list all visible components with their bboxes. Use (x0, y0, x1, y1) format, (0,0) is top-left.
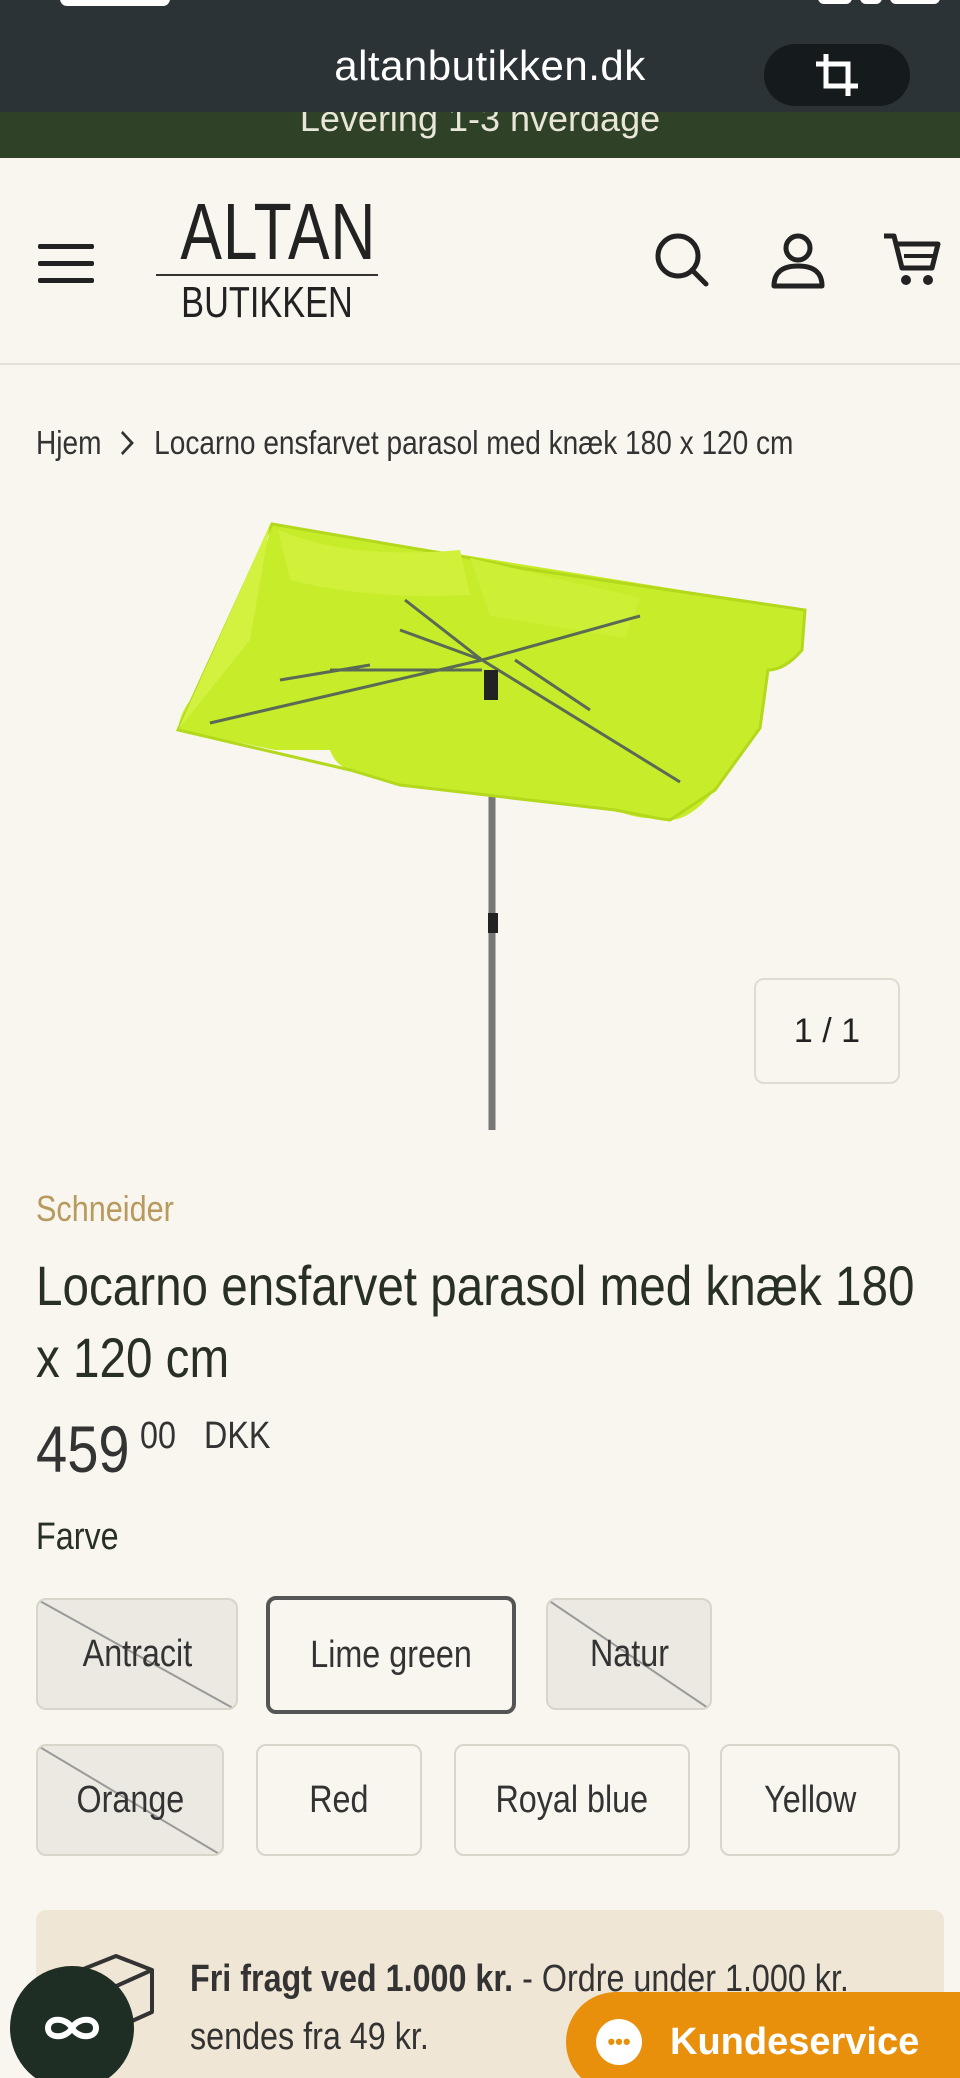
shipping-bold: Fri fragt ved 1.000 kr. (190, 1958, 514, 2000)
color-swatch-natur[interactable]: Natur (546, 1598, 712, 1710)
product-image[interactable] (170, 520, 820, 1130)
search-icon[interactable] (652, 230, 712, 290)
color-option-label: Farve (36, 1516, 119, 1558)
site-logo[interactable]: ALTAN BUTIKKEN (156, 192, 378, 332)
menu-icon[interactable] (38, 240, 94, 286)
swatch-label: Orange (76, 1778, 184, 1821)
breadcrumb-home[interactable]: Hjem (36, 424, 101, 462)
announcement-bar: Levering 1-3 hverdage (0, 112, 960, 158)
rewards-button[interactable] (10, 1966, 134, 2078)
breadcrumb: Hjem Locarno ensfarvet parasol med knæk … (36, 424, 793, 462)
color-swatch-lime-green[interactable]: Lime green (266, 1596, 516, 1714)
chevron-right-icon (121, 430, 134, 456)
status-bar-time (60, 0, 170, 6)
swatch-label: Royal blue (495, 1778, 649, 1821)
customer-service-button[interactable]: ••• Kundeservice (566, 1992, 960, 2078)
logo-line2: BUTIKKEN (181, 278, 353, 327)
product-price: 459 00 DKK (36, 1414, 282, 1484)
browser-chrome: altanbutikken.dk (0, 0, 960, 112)
status-bar-indicators (810, 0, 940, 6)
color-swatch-royal-blue[interactable]: Royal blue (454, 1744, 690, 1856)
color-swatch-orange[interactable]: Orange (36, 1744, 224, 1856)
announcement-text: Levering 1-3 hverdage (299, 112, 661, 139)
swatch-label: Natur (589, 1632, 669, 1675)
swatch-label: Lime green (310, 1633, 472, 1676)
crop-button[interactable] (764, 44, 910, 106)
hub (484, 670, 498, 700)
color-swatch-antracit[interactable]: Antracit (36, 1598, 238, 1710)
logo-line1: ALTAN (180, 187, 377, 276)
infinity-icon (44, 2016, 100, 2040)
swatch-label: Yellow (763, 1778, 857, 1821)
swatch-label: Red (309, 1778, 369, 1821)
color-swatch-yellow[interactable]: Yellow (720, 1744, 900, 1856)
breadcrumb-current: Locarno ensfarvet parasol med knæk 180 x… (154, 424, 794, 461)
cart-icon[interactable] (882, 230, 942, 290)
color-swatch-red[interactable]: Red (256, 1744, 422, 1856)
price-main: 459 (36, 1412, 130, 1486)
price-cents: 00 (140, 1415, 176, 1457)
customer-service-label: Kundeservice (670, 2020, 920, 2063)
site-header: ALTAN BUTIKKEN (0, 158, 960, 365)
product-title: Locarno ensfarvet parasol med knæk 180 x… (36, 1254, 915, 1389)
chat-icon: ••• (596, 2019, 642, 2065)
tilt-knob (488, 913, 498, 933)
gallery-counter: 1 / 1 (754, 978, 900, 1084)
price-currency: DKK (204, 1415, 271, 1457)
product-vendor[interactable]: Schneider (36, 1188, 174, 1230)
account-icon[interactable] (768, 230, 828, 290)
crop-icon (816, 54, 858, 96)
swatch-label: Antracit (82, 1632, 192, 1675)
